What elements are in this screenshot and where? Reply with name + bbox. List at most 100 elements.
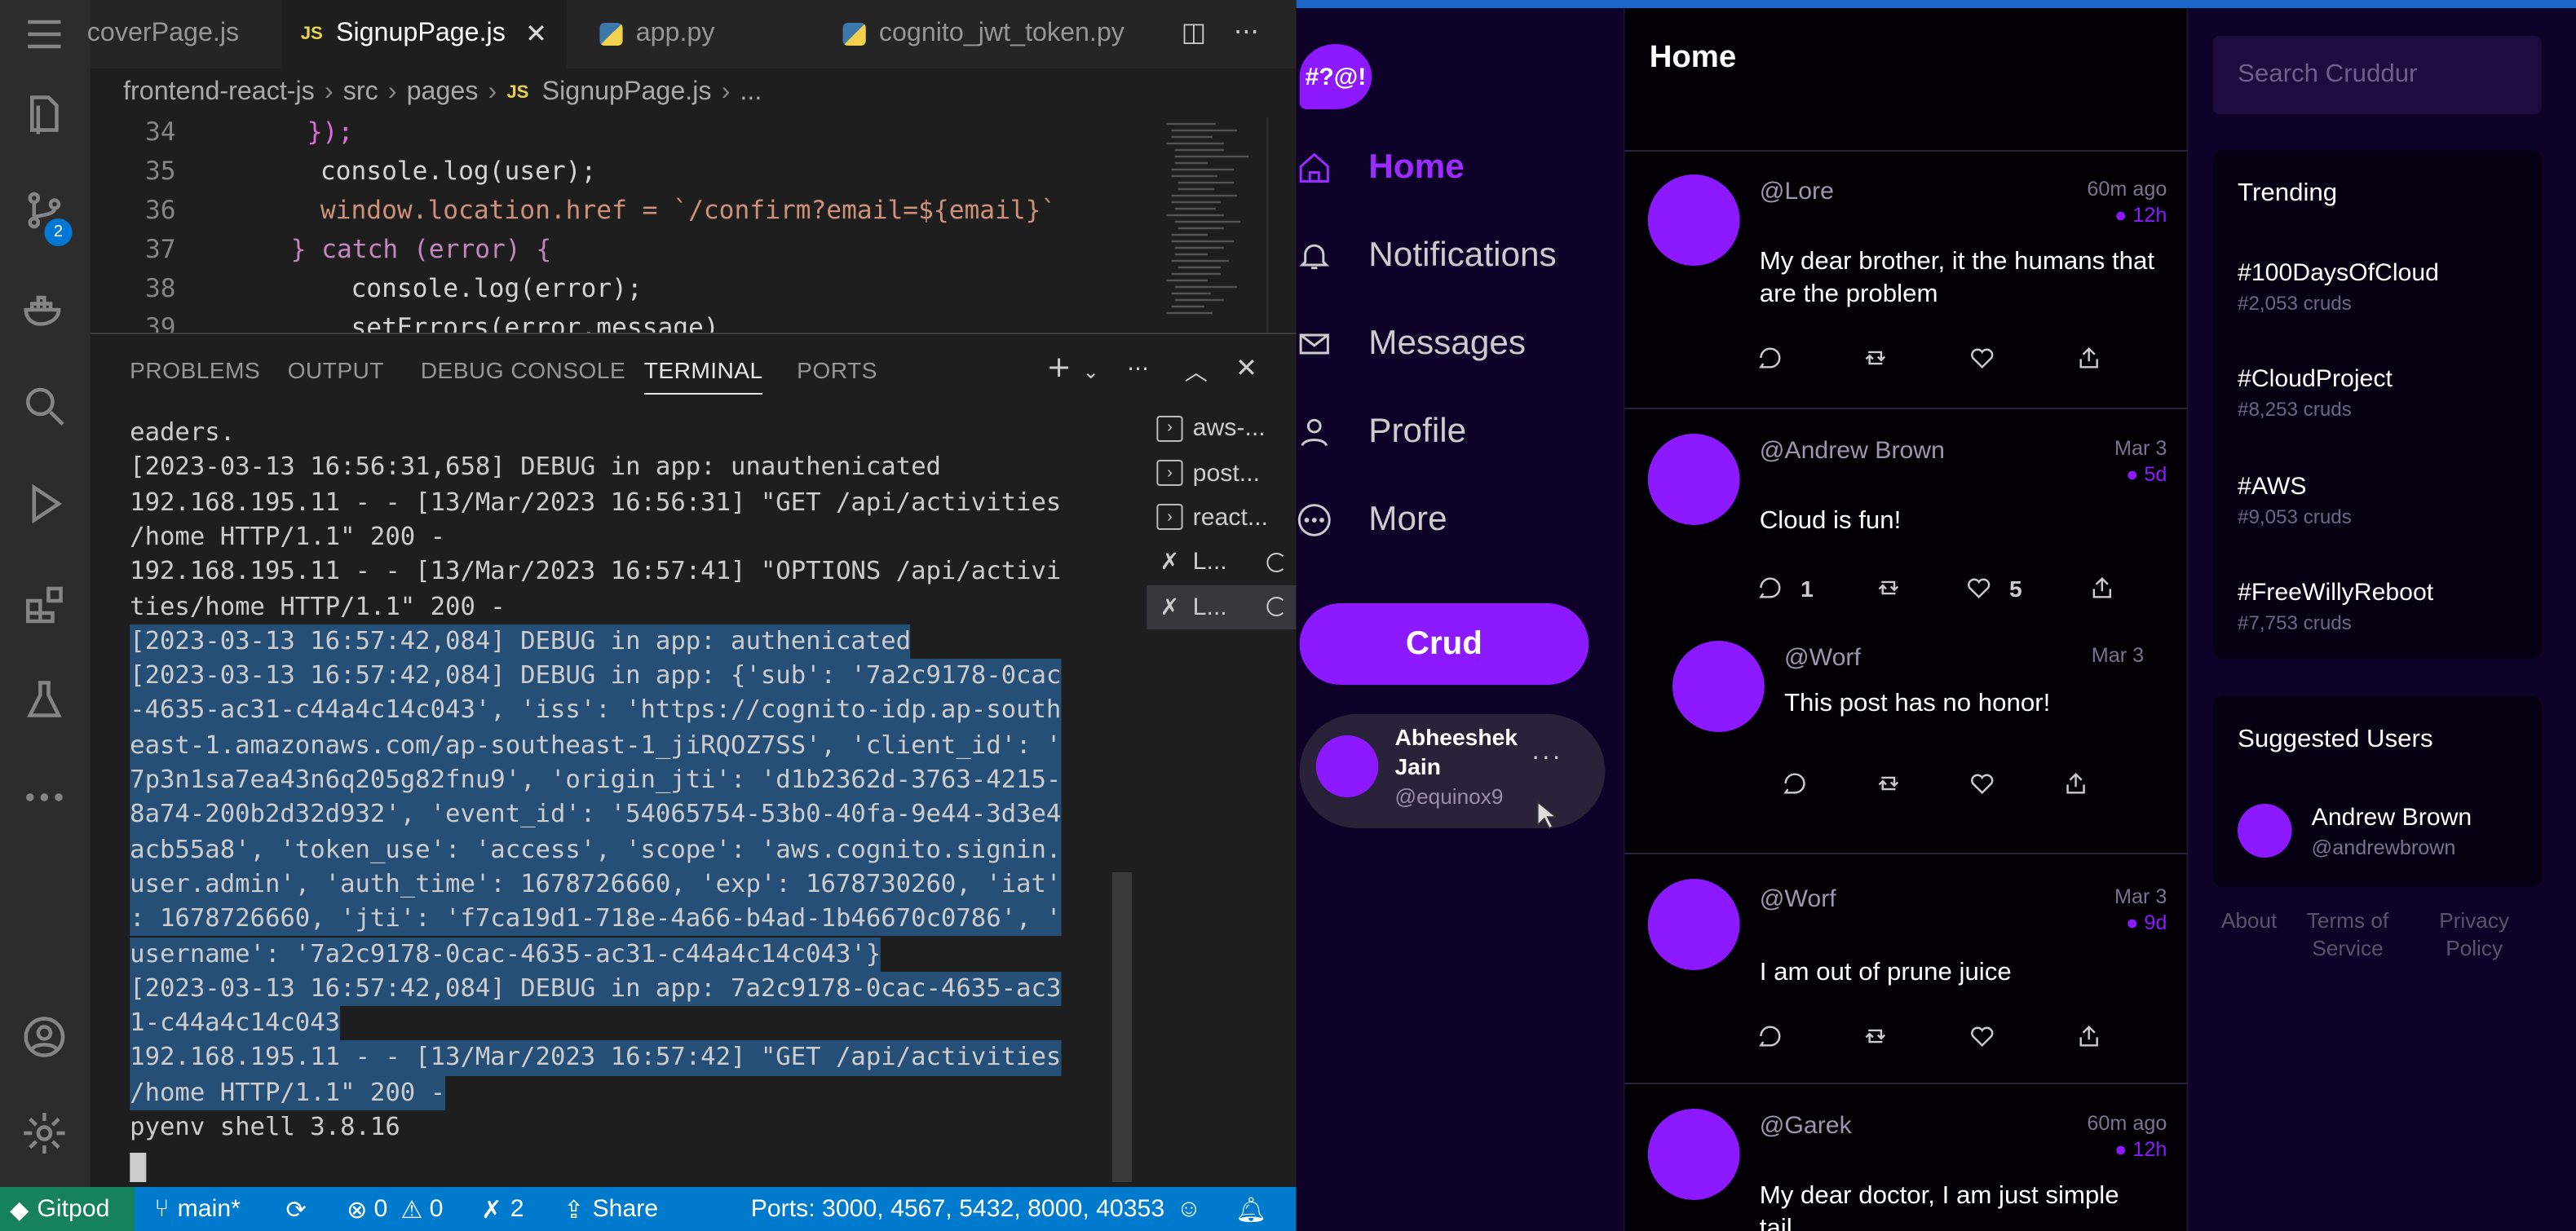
tab-debug-console[interactable]: DEBUG CONSOLE (421, 357, 625, 383)
run-debug-icon[interactable] (13, 473, 76, 535)
repost-button[interactable] (1862, 1022, 1968, 1050)
more-actions-icon[interactable]: ··· (1234, 16, 1259, 47)
search-input[interactable]: Search Cruddur (2212, 36, 2542, 114)
terminal-list-item[interactable]: › aws-... (1147, 406, 1296, 451)
account-icon[interactable] (13, 1006, 76, 1068)
trending-item[interactable]: #CloudProject #8,253 cruds (2238, 365, 2393, 421)
trending-item[interactable]: #AWS #9,053 cruds (2238, 473, 2352, 528)
repost-button[interactable] (1875, 770, 1968, 797)
like-button[interactable]: 5 (1965, 574, 2088, 602)
breadcrumb-item[interactable]: ... (740, 78, 762, 108)
testing-icon[interactable] (13, 670, 76, 732)
extensions-icon[interactable] (13, 574, 76, 636)
more-actions-icon[interactable]: ··· (1127, 357, 1149, 383)
menu-icon[interactable] (13, 3, 76, 65)
chevron-down-icon[interactable]: ⌄ (1083, 360, 1099, 383)
editor-scrollbar[interactable] (1266, 117, 1289, 333)
nav-more[interactable]: More (1297, 491, 1447, 549)
reply-button[interactable]: 1 (1756, 574, 1875, 602)
crud-button[interactable]: Crud (1299, 603, 1589, 685)
reply-button[interactable] (1781, 770, 1875, 797)
breadcrumb-item[interactable]: src (343, 78, 378, 108)
avatar[interactable] (1672, 641, 1765, 732)
feedback-icon[interactable]: ☺ (1177, 1187, 1202, 1231)
tab-app-py[interactable]: app.py (580, 0, 813, 68)
activity-item[interactable]: @Andrew Brown Mar 3 ● 5d Cloud is fun! 1… (1624, 411, 2190, 854)
tab-signuppage[interactable]: JS SignupPage.js ✕ (281, 0, 568, 68)
problems-status[interactable]: ⊗ 0 ⚠ 0 (347, 1187, 443, 1231)
repost-button[interactable] (1875, 574, 1965, 602)
nav-home[interactable]: Home (1297, 139, 1465, 197)
share-button[interactable] (2061, 770, 2089, 797)
explorer-icon[interactable] (13, 85, 76, 147)
gitpod-status[interactable]: ◆ Gitpod (0, 1187, 135, 1231)
nav-notifications[interactable]: Notifications (1297, 227, 1557, 285)
close-panel-icon[interactable]: ✕ (1235, 352, 1257, 383)
terminal-list-item[interactable]: ✗ L... (1147, 540, 1296, 585)
minimap[interactable] (1158, 117, 1273, 333)
tab-terminal[interactable]: TERMINAL (643, 357, 763, 395)
activity-handle[interactable]: @Worf (1760, 885, 1836, 913)
activity-handle[interactable]: @Worf (1784, 644, 1861, 672)
tab-cognito-jwt[interactable]: cognito_jwt_token.py (823, 0, 1151, 68)
ports-list[interactable]: Ports: 3000, 4567, 5432, 8000, 40353 (751, 1187, 1164, 1231)
tab-output[interactable]: OUTPUT (288, 357, 384, 383)
suggested-user-name[interactable]: Andrew Brown (2312, 804, 2472, 832)
nav-profile[interactable]: Profile (1297, 403, 1466, 461)
footer-about-link[interactable]: About (2221, 907, 2277, 934)
activity-handle[interactable]: @Lore (1760, 178, 1834, 205)
avatar[interactable] (1647, 434, 1740, 525)
notifications-bell-icon[interactable]: 🔔︎ (1235, 1187, 1266, 1231)
terminal-scrollbar[interactable] (1111, 872, 1133, 1182)
share-button[interactable]: ⇪ Share (563, 1187, 658, 1231)
profile-card[interactable]: Abheeshek Jain @equinox9 ··· (1299, 714, 1606, 828)
share-button[interactable] (2075, 344, 2103, 372)
trending-item[interactable]: #FreeWillyReboot #7,753 cruds (2238, 579, 2433, 634)
add-terminal-icon[interactable]: + (1046, 351, 1071, 385)
like-button[interactable] (1968, 770, 2062, 797)
cruddur-logo[interactable]: #?@! (1299, 44, 1372, 109)
avatar[interactable] (2238, 804, 2292, 858)
activity-item[interactable]: @Garek 60m ago ● 12h My dear doctor, I a… (1625, 1086, 2190, 1231)
share-button[interactable] (2088, 574, 2116, 602)
avatar[interactable] (1647, 1109, 1740, 1200)
activity-handle[interactable]: @Andrew Brown (1760, 437, 1945, 465)
breadcrumb-item[interactable]: pages (407, 78, 479, 108)
share-button[interactable] (2075, 1022, 2103, 1050)
terminal-list-item[interactable]: › react... (1147, 496, 1296, 540)
terminal-list-item[interactable]: ✗ L... (1147, 585, 1297, 629)
footer-terms-link[interactable]: Terms of Service (2305, 907, 2391, 962)
search-icon[interactable] (13, 375, 76, 437)
activity-handle[interactable]: @Garek (1760, 1112, 1852, 1140)
avatar[interactable] (1647, 174, 1740, 266)
branch-status[interactable]: ⑂ main* (154, 1187, 241, 1231)
maximize-panel-icon[interactable]: ︿ (1185, 355, 1208, 388)
settings-gear-icon[interactable] (13, 1102, 76, 1164)
docker-icon[interactable] (13, 279, 76, 341)
close-icon[interactable]: ✕ (525, 18, 547, 51)
breadcrumb-item[interactable]: SignupPage.js (542, 78, 712, 108)
reply-button[interactable] (1756, 344, 1862, 372)
avatar[interactable] (1647, 879, 1740, 970)
more-options-icon[interactable]: ··· (1531, 743, 1562, 773)
split-editor-icon[interactable]: ◫ (1182, 16, 1206, 47)
terminal-output[interactable]: eaders. [2023-03-13 16:56:31,658] DEBUG … (130, 416, 1093, 1182)
nav-messages[interactable]: Messages (1297, 315, 1526, 373)
terminal-list-item[interactable]: › post... (1147, 451, 1296, 496)
code-editor[interactable]: 34 }); 35 console.log(user); 36 window.l… (90, 117, 1297, 333)
activity-item[interactable]: @Worf Mar 3 ● 9d I am out of prune juice (1624, 856, 2190, 1084)
trending-item[interactable]: #100DaysOfCloud #2,053 cruds (2238, 259, 2439, 315)
ports-status[interactable]: ✗ 2 (481, 1187, 524, 1231)
breadcrumb-item[interactable]: frontend-react-js (123, 78, 315, 108)
sync-icon[interactable]: ⟳ (286, 1187, 307, 1231)
tab-problems[interactable]: PROBLEMS (130, 357, 260, 383)
like-button[interactable] (1968, 344, 2075, 372)
repost-button[interactable] (1862, 344, 1968, 372)
activity-item[interactable]: @Lore 60m ago ● 12h My dear brother, it … (1624, 152, 2190, 409)
footer-privacy-link[interactable]: Privacy Policy (2432, 907, 2517, 962)
like-button[interactable] (1968, 1022, 2075, 1050)
tab-coverpage[interactable]: coverPage.js (68, 0, 281, 68)
reply-button[interactable] (1756, 1022, 1862, 1050)
more-icon[interactable] (13, 766, 76, 828)
tab-ports[interactable]: PORTS (797, 357, 877, 383)
